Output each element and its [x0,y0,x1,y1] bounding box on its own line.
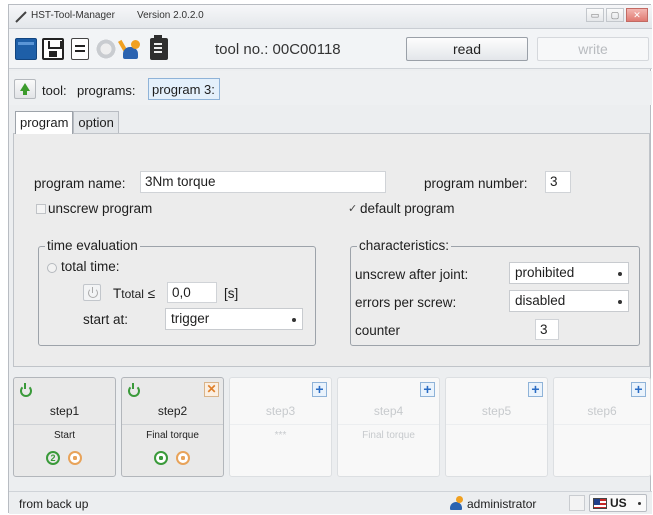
step-name: step4 [373,404,404,418]
breadcrumb-programs[interactable]: programs: [77,83,136,98]
divider [14,424,115,425]
toolbar: tool no.: 00C00118 read write [9,29,652,69]
dropdown-arrow-icon [638,502,641,505]
t-total-label: Ttotal ≤ [113,286,156,301]
characteristics-title: characteristics: [357,238,452,253]
add-step-icon[interactable]: + [312,382,327,397]
divider [338,424,439,425]
add-step-icon[interactable]: + [631,382,646,397]
step-name: step2 [157,404,188,418]
step-card-1[interactable]: step1 Start 2 [13,377,116,477]
step-name: step6 [587,404,617,418]
step-name: step5 [481,404,512,418]
time-evaluation-group: time evaluation total time: Ttotal ≤ 0,0… [38,238,316,346]
step-strip: step1 Start 2 ✕ step2 Final torque + ste… [13,377,652,479]
default-program-checkbox[interactable]: ✓ [348,202,357,215]
program-number-input[interactable]: 3 [545,171,571,193]
errors-per-screw-label: errors per screw: [355,295,457,310]
t-total-input[interactable]: 0,0 [167,282,217,303]
language-select[interactable]: US [589,494,647,512]
step-card-5[interactable]: + step5 [445,377,548,477]
step-description: Start [53,430,76,441]
step-name: step1 [49,404,80,418]
dropdown-arrow-icon [292,318,296,322]
us-flag-icon [593,498,607,509]
counter-input[interactable]: 3 [535,319,559,340]
program-name-label: program name: [34,176,126,191]
user-icon [450,496,464,510]
default-program-label: default program [360,201,455,216]
app-logo-icon [15,11,27,23]
errors-per-screw-select[interactable]: disabled [509,290,629,312]
rotation-indicator-icon [176,451,190,465]
step-card-3[interactable]: + step3 *** [229,377,332,477]
open-folder-icon[interactable] [15,38,37,60]
start-at-label: start at: [83,312,129,327]
step-card-6[interactable]: + step6 [553,377,651,477]
total-time-power-icon[interactable] [83,284,101,301]
counter-label: counter [355,323,401,338]
tool-number: tool no.: 00C00118 [215,41,341,58]
save-icon[interactable] [42,38,64,60]
unscrew-program-checkbox[interactable] [36,204,46,214]
add-step-icon[interactable]: + [420,382,435,397]
close-icon[interactable]: ✕ [626,8,648,22]
settings-gear-icon[interactable] [95,38,117,60]
user-edit-icon[interactable] [118,38,143,60]
t-total-unit: [s] [224,286,239,301]
delete-step-icon[interactable]: ✕ [204,382,219,397]
status-message: from back up [19,497,89,511]
characteristics-group: characteristics: unscrew after joint: pr… [350,238,640,346]
app-window: HST-Tool-Manager Version 2.0.2.0 ▭ ▢ ✕ t… [8,4,652,514]
add-step-icon[interactable]: + [528,382,543,397]
document-icon[interactable] [71,38,89,60]
divider [554,424,650,425]
dropdown-arrow-icon [618,300,622,304]
write-button[interactable]: write [537,37,649,61]
program-name-input[interactable]: 3Nm torque [140,171,386,193]
status-bar: from back up administrator US [9,491,652,514]
step-card-4[interactable]: + step4 Final torque [337,377,440,477]
unscrew-program-label: unscrew program [48,201,153,216]
dropdown-arrow-icon [618,272,622,276]
minimize-icon[interactable]: ▭ [586,8,604,22]
title-bar: HST-Tool-Manager Version 2.0.2.0 ▭ ▢ ✕ [9,5,652,29]
target-torque-icon [154,451,168,465]
step-description: Final torque [146,430,199,441]
rotation-indicator-icon [68,451,82,465]
total-time-radio[interactable] [47,263,57,273]
step-card-2[interactable]: ✕ step2 Final torque [121,377,224,477]
divider [122,424,223,425]
app-title: HST-Tool-Manager [31,10,115,21]
tab-bar: program option [15,111,119,134]
status-square-icon[interactable] [569,495,585,511]
program-tab-panel: program name: 3Nm torque program number:… [13,133,650,367]
breadcrumb-current[interactable]: program 3: [148,78,220,100]
tightening-phase-icon: 2 [46,451,60,465]
step-name: step3 [265,404,296,418]
breadcrumb-tool[interactable]: tool: [42,83,67,98]
divider [230,424,331,425]
unscrew-after-joint-select[interactable]: prohibited [509,262,629,284]
step-description: Final torque [362,430,415,441]
tab-program[interactable]: program [15,111,74,134]
divider [446,424,547,425]
time-evaluation-title: time evaluation [45,238,140,253]
power-icon[interactable] [19,383,32,397]
total-time-label: total time: [61,259,120,274]
program-number-label: program number: [424,176,528,191]
step-description: *** [274,430,287,441]
window-controls: ▭ ▢ ✕ [586,8,648,22]
back-up-arrow-icon[interactable] [14,79,36,99]
unscrew-after-joint-label: unscrew after joint: [355,267,469,282]
read-button[interactable]: read [406,37,528,61]
app-version: Version 2.0.2.0 [137,10,204,21]
current-user[interactable]: administrator [467,497,536,511]
battery-icon[interactable] [150,35,168,60]
power-icon[interactable] [127,383,140,397]
breadcrumb: tool: programs: program 3: [9,71,652,105]
maximize-icon[interactable]: ▢ [606,8,624,22]
start-at-select[interactable]: trigger [165,308,303,330]
tab-option[interactable]: option [73,111,119,133]
